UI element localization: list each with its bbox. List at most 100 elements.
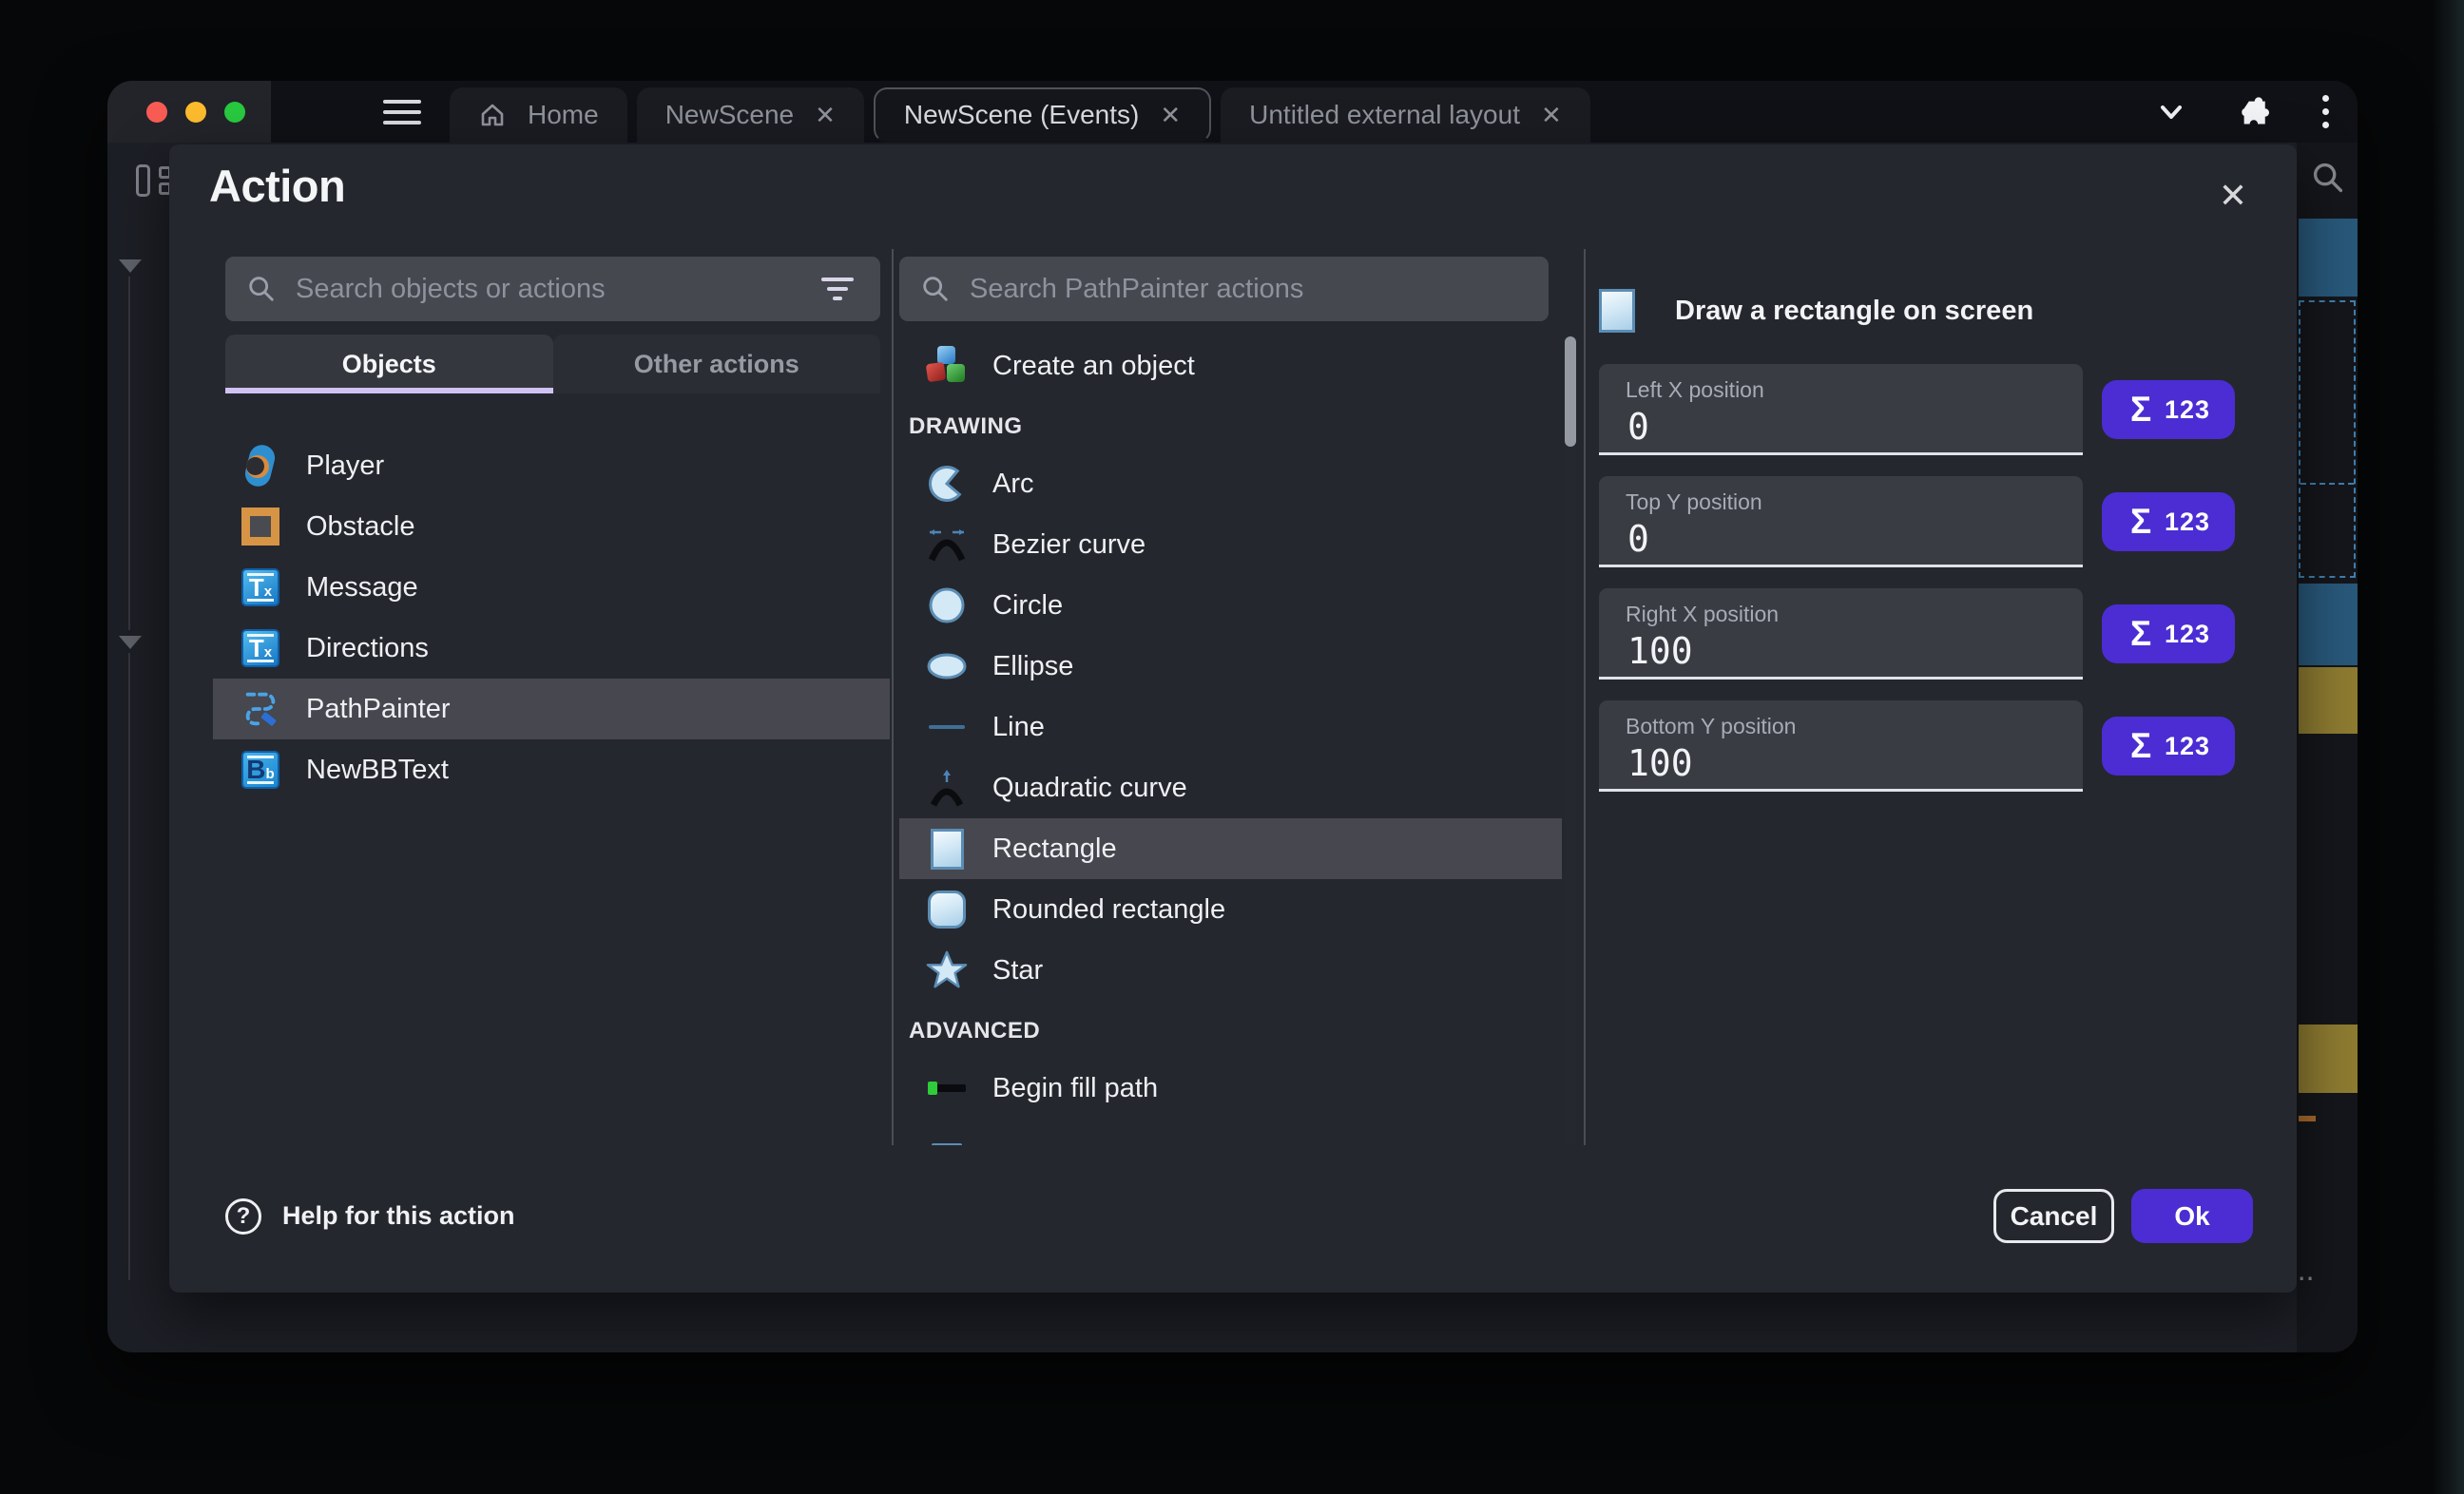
- home-icon: [478, 101, 507, 129]
- action-label: Star: [992, 955, 1043, 986]
- objects-search: [225, 257, 880, 321]
- expression-editor-button[interactable]: Σ 123: [2102, 380, 2235, 439]
- cubes-icon: [926, 345, 968, 387]
- text-object-icon: Tx: [240, 627, 281, 669]
- chevron-down-icon[interactable]: [2155, 101, 2187, 124]
- list-item-directions[interactable]: Tx Directions: [213, 618, 890, 679]
- event-block[interactable]: [2299, 219, 2358, 297]
- tab-close-icon[interactable]: ✕: [1541, 101, 1562, 130]
- action-item-circle[interactable]: Circle: [899, 575, 1562, 636]
- close-window-button[interactable]: [146, 102, 167, 123]
- left-x-input[interactable]: [1626, 405, 2044, 449]
- list-item-obstacle[interactable]: Obstacle: [213, 496, 890, 557]
- top-y-input[interactable]: [1626, 517, 2044, 561]
- screenshot-root: Home NewScene ✕ NewScene (Events) ✕ Unti…: [0, 0, 2464, 1494]
- tab-close-icon[interactable]: ✕: [1160, 101, 1181, 130]
- tab-close-icon[interactable]: ✕: [815, 101, 836, 130]
- action-item-begin-fill-path[interactable]: Begin fill path: [899, 1058, 1562, 1119]
- zoom-window-button[interactable]: [224, 102, 245, 123]
- event-mark: [2299, 1116, 2316, 1121]
- search-icon[interactable]: [2310, 160, 2346, 196]
- left-x-field[interactable]: Left X position: [1599, 364, 2083, 455]
- top-y-field[interactable]: Top Y position: [1599, 476, 2083, 567]
- list-item-newbbtext[interactable]: Bb NewBBText: [213, 739, 890, 800]
- object-label: Directions: [306, 633, 429, 664]
- tab-newscene[interactable]: NewScene ✕: [637, 87, 864, 143]
- text-object-icon: Tx: [240, 566, 281, 608]
- rectangle-icon: [1599, 289, 1635, 333]
- action-item-line[interactable]: Line: [899, 697, 1562, 757]
- right-x-field[interactable]: Right X position: [1599, 588, 2083, 680]
- actions-search-input[interactable]: [968, 273, 1528, 306]
- objects-list: Player Obstacle Tx Message Tx: [213, 435, 890, 800]
- expression-editor-button[interactable]: Σ 123: [2102, 604, 2235, 663]
- player-icon: [240, 445, 281, 487]
- sigma-icon: Σ: [2130, 614, 2151, 654]
- action-label: Bezier curve: [992, 529, 1145, 561]
- bottom-y-input[interactable]: [1626, 741, 2044, 785]
- tab-home[interactable]: Home: [450, 87, 627, 143]
- action-item-create-object[interactable]: Create an object: [899, 335, 1562, 396]
- tab-label: Home: [528, 100, 599, 130]
- filter-icon[interactable]: [816, 272, 859, 306]
- action-item-rectangle[interactable]: Rectangle: [899, 818, 1562, 879]
- kebab-menu-icon[interactable]: [2322, 95, 2329, 128]
- line-icon: [926, 706, 968, 748]
- tab-other-actions[interactable]: Other actions: [553, 335, 881, 393]
- tree-collapse-arrow-icon[interactable]: [119, 259, 142, 273]
- list-item-message[interactable]: Tx Message: [213, 557, 890, 618]
- tab-label: Untitled external layout: [1249, 100, 1520, 130]
- numeric-badge: 123: [2165, 508, 2210, 537]
- tree-line: [128, 277, 130, 630]
- action-label: Rectangle: [992, 833, 1117, 865]
- action-item-rounded-rectangle[interactable]: Rounded rectangle: [899, 879, 1562, 940]
- titlebar: Home NewScene ✕ NewScene (Events) ✕ Unti…: [107, 81, 2358, 143]
- param-row-left-x: Left X position Σ 123: [1599, 364, 2275, 455]
- rectangle-icon: [926, 828, 968, 870]
- tab-newscene-events[interactable]: NewScene (Events) ✕: [874, 87, 1211, 143]
- objects-search-input[interactable]: [294, 273, 799, 306]
- ok-button[interactable]: Ok: [2131, 1189, 2253, 1243]
- section-header-advanced: ADVANCED: [899, 1001, 1562, 1058]
- action-item-arc[interactable]: Arc: [899, 453, 1562, 514]
- event-block[interactable]: [2299, 1025, 2358, 1093]
- expression-editor-button[interactable]: Σ 123: [2102, 492, 2235, 551]
- sigma-icon: Σ: [2130, 726, 2151, 766]
- help-link[interactable]: ? Help for this action: [225, 1198, 515, 1235]
- scrollbar-thumb[interactable]: [1565, 336, 1576, 447]
- action-label: Rounded rectangle: [992, 894, 1225, 926]
- bottom-y-field[interactable]: Bottom Y position: [1599, 700, 2083, 792]
- tree-collapse-arrow-icon[interactable]: [119, 636, 142, 649]
- action-item-clipped[interactable]: [899, 1119, 1562, 1145]
- menu-icon[interactable]: [383, 94, 421, 130]
- section-header-drawing: DRAWING: [899, 396, 1562, 453]
- begin-fill-icon: [926, 1067, 968, 1109]
- extensions-puzzle-icon[interactable]: [2237, 94, 2273, 130]
- tab-objects[interactable]: Objects: [225, 335, 553, 393]
- minimize-window-button[interactable]: [185, 102, 206, 123]
- list-item-pathpainter[interactable]: PathPainter: [213, 679, 890, 739]
- list-item-player[interactable]: Player: [213, 435, 890, 496]
- panel-divider: [1584, 249, 1586, 1145]
- event-block[interactable]: [2299, 667, 2358, 734]
- clipped-action-icon: [926, 1128, 968, 1145]
- event-block[interactable]: [2299, 584, 2358, 665]
- action-item-quadratic[interactable]: Quadratic curve: [899, 757, 1562, 818]
- param-row-bottom-y: Bottom Y position Σ 123: [1599, 700, 2275, 792]
- action-item-ellipse[interactable]: Ellipse: [899, 636, 1562, 697]
- action-item-bezier[interactable]: Bezier curve: [899, 514, 1562, 575]
- field-label: Top Y position: [1626, 489, 2083, 515]
- cancel-button[interactable]: Cancel: [1993, 1189, 2114, 1243]
- tree-line: [128, 653, 130, 1280]
- panel-divider: [892, 249, 894, 1145]
- sigma-icon: Σ: [2130, 502, 2151, 542]
- app-window: Home NewScene ✕ NewScene (Events) ✕ Unti…: [107, 81, 2358, 1352]
- expression-editor-button[interactable]: Σ 123: [2102, 717, 2235, 776]
- tab-label: NewScene: [665, 100, 794, 130]
- tab-untitled-external-layout[interactable]: Untitled external layout ✕: [1221, 87, 1590, 143]
- actions-scrollbar[interactable]: [1565, 335, 1576, 1145]
- event-dashed-block[interactable]: [2299, 300, 2356, 578]
- arc-icon: [926, 463, 968, 505]
- right-x-input[interactable]: [1626, 629, 2044, 673]
- action-item-star[interactable]: Star: [899, 940, 1562, 1001]
